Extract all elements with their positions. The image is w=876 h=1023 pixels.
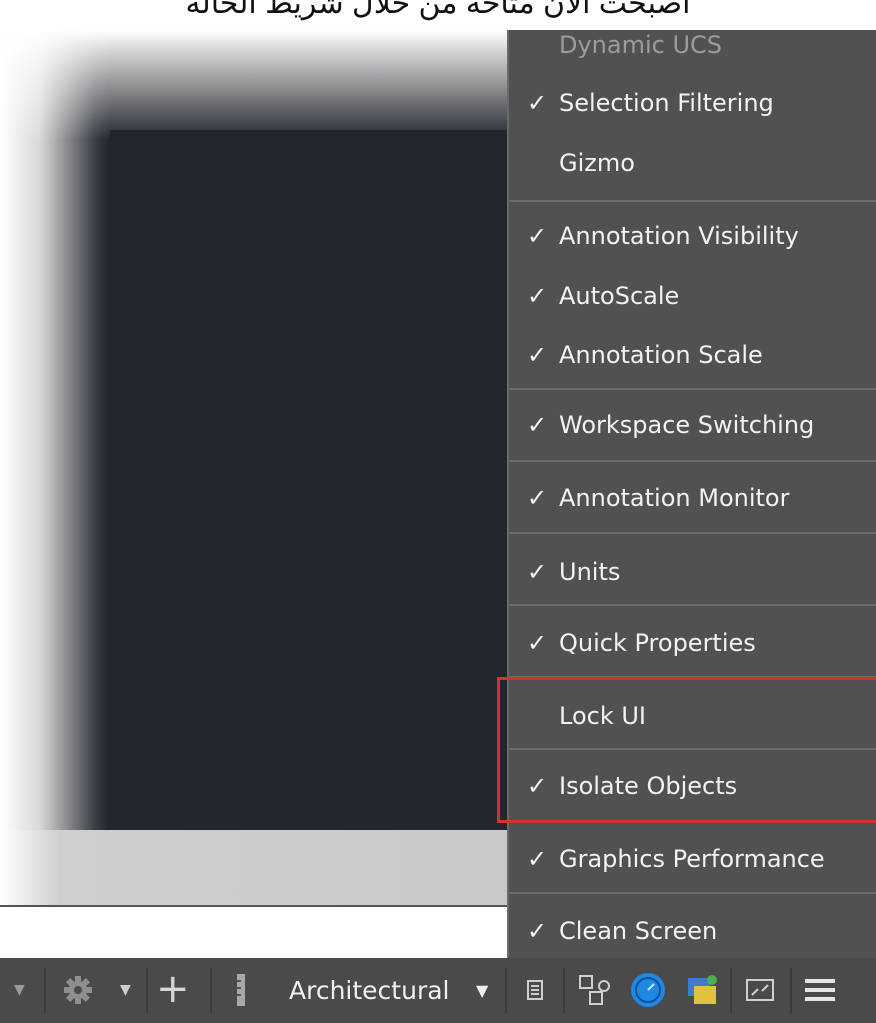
menu-item-graphics-performance[interactable]: ✓ Graphics Performance [509,830,876,888]
check-icon: ✓ [527,411,548,439]
check-icon: ✓ [527,89,548,117]
menu-item-selection-filtering[interactable]: ✓ Selection Filtering [509,74,876,132]
menu-item-annotation-monitor[interactable]: ✓ Annotation Monitor [509,469,876,527]
menu-item-dynamic-ucs[interactable]: Dynamic UCS [509,16,876,74]
check-icon: ✓ [527,341,548,369]
check-icon: ✓ [527,629,548,657]
status-divider [790,968,792,1013]
highlight-box [497,677,876,823]
check-icon: ✓ [527,484,548,512]
hardware-acceleration-icon[interactable] [628,970,668,1010]
menu-separator [509,604,876,606]
check-icon: ✓ [527,917,548,945]
quick-properties-icon[interactable] [515,970,555,1010]
status-bar: ▼ ▼ + Architectural ▼ [0,958,876,1023]
menu-item-clean-screen[interactable]: ✓ Clean Screen [509,902,876,960]
isolate-objects-icon[interactable] [682,970,722,1010]
menu-separator [509,532,876,534]
menu-item-annotation-visibility[interactable]: ✓ Annotation Visibility [509,207,876,265]
dropdown-arrow-icon[interactable]: ▼ [14,958,25,1023]
crosshair-icon[interactable]: + [156,958,190,1020]
check-icon: ✓ [527,282,548,310]
status-divider [210,968,212,1013]
menu-separator [509,892,876,894]
menu-item-annotation-scale[interactable]: ✓ Annotation Scale [509,326,876,384]
units-dropdown-icon[interactable]: ▼ [476,958,488,1023]
menu-item-gizmo[interactable]: Gizmo [509,134,876,192]
drawing-viewport[interactable] [110,130,520,830]
check-icon: ✓ [527,845,548,873]
status-divider [563,968,565,1013]
menu-item-units[interactable]: ✓ Units [509,543,876,601]
status-divider [44,968,46,1013]
menu-item-quick-properties[interactable]: ✓ Quick Properties [509,614,876,672]
menu-separator [509,200,876,202]
menu-separator [509,460,876,462]
selection-cycling-icon[interactable] [574,970,614,1010]
check-icon: ✓ [527,558,548,586]
fullscreen-icon[interactable] [740,970,780,1010]
menu-item-autoscale[interactable]: ✓ AutoScale [509,267,876,325]
status-divider [730,968,732,1013]
drawing-area-fade [0,30,520,140]
menu-item-workspace-switching[interactable]: ✓ Workspace Switching [509,396,876,454]
gear-icon[interactable] [58,970,98,1010]
gear-dropdown-icon[interactable]: ▼ [120,958,131,1023]
customization-menu-icon[interactable] [800,970,840,1010]
menu-separator [509,388,876,390]
check-icon: ✓ [527,222,548,250]
status-divider [505,968,507,1013]
units-label[interactable]: Architectural [289,958,450,1023]
status-divider [146,968,148,1013]
ruler-icon[interactable] [232,970,252,1010]
command-input-area[interactable] [0,907,520,957]
command-line-area [0,830,520,907]
